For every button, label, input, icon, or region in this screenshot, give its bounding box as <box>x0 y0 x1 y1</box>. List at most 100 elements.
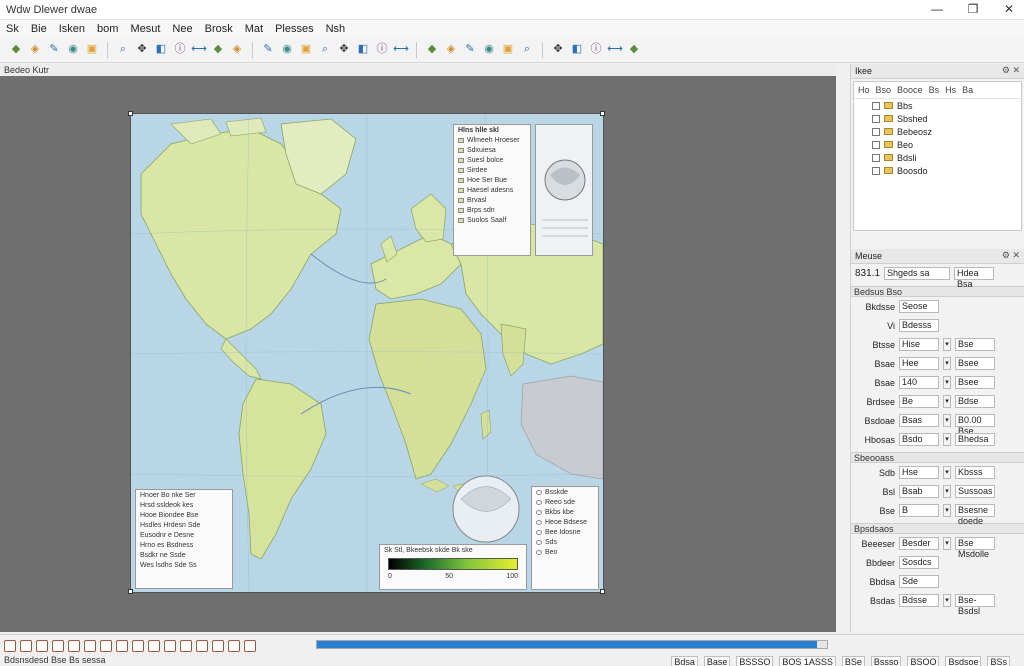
measure-icon[interactable]: ⟷ <box>191 42 207 58</box>
property-field[interactable]: B <box>899 504 939 517</box>
status-field[interactable]: BSOO <box>907 656 940 666</box>
layer-icon[interactable]: ◆ <box>8 42 24 58</box>
status-tool-icon[interactable] <box>196 640 208 652</box>
layers-tree[interactable]: Ho Bso Booce Bs Hs Ba Bbs Sbshed Bebeosz… <box>853 81 1022 231</box>
layer-node[interactable]: Bebeosz <box>854 125 1021 138</box>
table-icon[interactable]: ◧ <box>355 42 371 58</box>
layer-checkbox[interactable] <box>872 114 880 123</box>
spinner-icon[interactable]: ▾ <box>943 485 951 498</box>
menu-item[interactable]: bom <box>97 23 118 35</box>
layers-tool[interactable]: Bs <box>929 85 940 95</box>
property-field[interactable]: Sussoas <box>955 485 995 498</box>
property-field[interactable]: Be <box>899 395 939 408</box>
status-tool-icon[interactable] <box>164 640 176 652</box>
minimize-button[interactable]: — <box>930 2 944 16</box>
status-tool-icon[interactable] <box>52 640 64 652</box>
style-icon[interactable]: ✥ <box>336 42 352 58</box>
inset-globe-panel[interactable] <box>535 124 593 256</box>
property-field[interactable]: Bse <box>955 338 995 351</box>
panel-close-icon[interactable]: ⚙ ✕ <box>1002 250 1020 261</box>
layer-checkbox[interactable] <box>872 127 880 136</box>
help-icon[interactable]: ◆ <box>626 42 642 58</box>
status-tool-icon[interactable] <box>212 640 224 652</box>
node-icon[interactable]: ◆ <box>210 42 226 58</box>
maximize-button[interactable]: ❐ <box>966 2 980 16</box>
zoom-icon[interactable]: ⌕ <box>115 42 131 58</box>
status-tool-icon[interactable] <box>244 640 256 652</box>
property-field[interactable]: Bsee <box>955 357 995 370</box>
plugin-icon[interactable]: ⟷ <box>607 42 623 58</box>
layer-node[interactable]: Sbshed <box>854 112 1021 125</box>
property-field[interactable]: Hse <box>899 466 939 479</box>
status-field[interactable]: Base <box>703 656 731 666</box>
properties-section[interactable]: Bpsdsaos <box>851 523 1024 534</box>
status-tool-icon[interactable] <box>148 640 160 652</box>
status-field[interactable]: Bsdsoe <box>945 656 982 666</box>
buffer-icon[interactable]: ◆ <box>424 42 440 58</box>
open-icon[interactable]: ◈ <box>27 42 43 58</box>
export-icon[interactable]: ◧ <box>569 42 585 58</box>
edit-icon[interactable]: ◈ <box>229 42 245 58</box>
property-field[interactable]: Bsesne doede <box>955 504 995 526</box>
property-field[interactable]: Besder <box>899 537 939 550</box>
status-field[interactable]: BSs <box>987 656 1010 666</box>
grid-icon[interactable]: ◉ <box>481 42 497 58</box>
legend-bottom-right[interactable]: Bsskde Reeo sde Bkbs kbe Heoe Bdsese Bee… <box>531 486 599 590</box>
layers-tool[interactable]: Ba <box>962 85 973 95</box>
legend-top[interactable]: Hlns hlle skl Wlmeeh Hroeser Sdxuiesa Su… <box>453 124 531 256</box>
coords-field[interactable]: Shgeds sa <box>884 267 951 280</box>
query-icon[interactable]: ⟷ <box>393 42 409 58</box>
spinner-icon[interactable]: ▾ <box>943 594 951 607</box>
status-field[interactable]: Bdsa <box>671 656 698 666</box>
menu-item[interactable]: Plesses <box>275 23 314 35</box>
status-field[interactable]: Bssso <box>870 656 902 666</box>
map-layout-page[interactable]: Hlns hlle skl Wlmeeh Hroeser Sdxuiesa Su… <box>131 114 603 592</box>
spinner-icon[interactable]: ▾ <box>943 466 951 479</box>
layer-node[interactable]: Boosdo <box>854 164 1021 177</box>
property-field[interactable]: Kbsss <box>955 466 995 479</box>
menu-item[interactable]: Mat <box>245 23 263 35</box>
status-tool-icon[interactable] <box>84 640 96 652</box>
property-field[interactable]: Bsee <box>955 376 995 389</box>
close-button[interactable]: ✕ <box>1002 2 1016 16</box>
property-field[interactable]: Sosdcs <box>899 556 939 569</box>
split-icon[interactable]: ◉ <box>279 42 295 58</box>
property-field[interactable]: Bhedsa <box>955 433 995 446</box>
menu-item[interactable]: Mesut <box>130 23 160 35</box>
property-field[interactable]: Bsas <box>899 414 939 427</box>
status-tool-icon[interactable] <box>100 640 112 652</box>
layers-tool[interactable]: Hs <box>945 85 956 95</box>
status-tool-icon[interactable] <box>180 640 192 652</box>
save-icon[interactable]: ✎ <box>46 42 62 58</box>
layer-node[interactable]: Beo <box>854 138 1021 151</box>
property-field[interactable]: Bdsse <box>899 594 939 607</box>
spinner-icon[interactable]: ▾ <box>943 376 951 389</box>
property-field[interactable]: Bsdo <box>899 433 939 446</box>
label-icon[interactable]: ⌕ <box>317 42 333 58</box>
property-field[interactable]: Bdse <box>955 395 995 408</box>
dissolve-icon[interactable]: ✎ <box>462 42 478 58</box>
folder-icon[interactable]: ▣ <box>84 42 100 58</box>
layer-checkbox[interactable] <box>872 153 880 162</box>
property-field[interactable]: Bsab <box>899 485 939 498</box>
properties-section[interactable]: Sbeooass <box>851 452 1024 463</box>
layer-node[interactable]: Bbs <box>854 99 1021 112</box>
status-tool-icon[interactable] <box>36 640 48 652</box>
status-field[interactable]: BOS 1ASSS <box>779 656 836 666</box>
layer-checkbox[interactable] <box>872 101 880 110</box>
menu-item[interactable]: Isken <box>59 23 85 35</box>
status-tool-icon[interactable] <box>228 640 240 652</box>
status-tool-icon[interactable] <box>20 640 32 652</box>
spinner-icon[interactable]: ▾ <box>943 504 951 517</box>
property-field[interactable]: Bdesss <box>899 319 939 332</box>
python-icon[interactable]: ⓘ <box>588 42 604 58</box>
status-tool-icon[interactable] <box>68 640 80 652</box>
identify-icon[interactable]: ⓘ <box>172 42 188 58</box>
property-field[interactable]: 140 <box>899 376 939 389</box>
resize-handle[interactable] <box>600 589 605 594</box>
select-icon[interactable]: ◧ <box>153 42 169 58</box>
menu-item[interactable]: Sk <box>6 23 19 35</box>
layers-tool[interactable]: Bso <box>876 85 892 95</box>
spinner-icon[interactable]: ▾ <box>943 537 951 550</box>
properties-section[interactable]: Bedsus Bso <box>851 286 1024 297</box>
